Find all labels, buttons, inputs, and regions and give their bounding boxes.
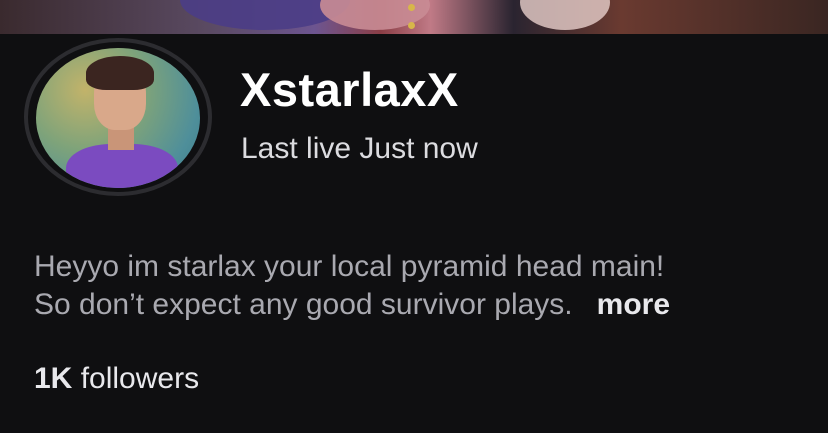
followers-label: followers [80, 362, 200, 395]
bio-line-with-more: So don’t expect any good survivor plays.… [34, 286, 804, 324]
avatar[interactable] [24, 38, 212, 196]
avatar-body [66, 144, 178, 188]
banner-art-detail [408, 22, 415, 29]
bio-line: So don’t expect any good survivor plays. [34, 288, 573, 321]
followers-number: 1K [34, 362, 73, 395]
channel-username: XstarlaxX [240, 63, 459, 116]
avatar-hair [86, 56, 154, 90]
banner-art-detail [408, 4, 415, 11]
profile-banner [0, 0, 828, 34]
more-button[interactable]: more [597, 288, 670, 321]
avatar-image [36, 48, 200, 188]
channel-bio: Heyyo im starlax your local pyramid head… [34, 248, 804, 324]
followers-count[interactable]: 1K followers [34, 362, 199, 396]
banner-art-shape [520, 0, 610, 30]
bio-line: Heyyo im starlax your local pyramid head… [34, 250, 665, 283]
last-live-status: Last live Just now [241, 132, 478, 165]
